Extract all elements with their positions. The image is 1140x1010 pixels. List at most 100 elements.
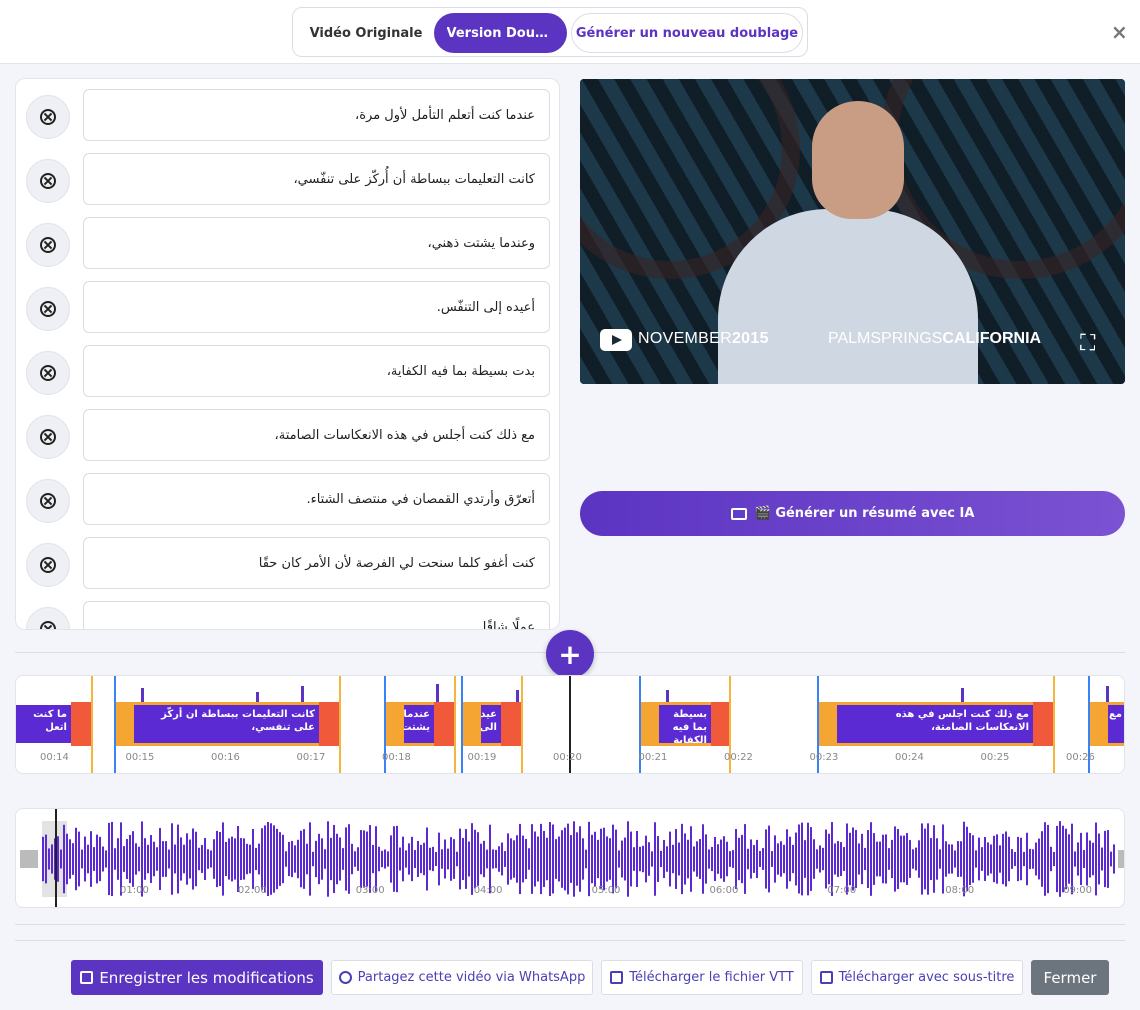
waveform-bar	[339, 837, 341, 881]
waveform-bar	[924, 828, 926, 890]
waveform-bar	[1035, 842, 1037, 876]
waveform-bar	[255, 847, 257, 871]
segment-text-field[interactable]: كنت أغفو كلما سنحت لي الفرصة لأن الأمر ك…	[83, 537, 550, 589]
download-vtt-button[interactable]: Télécharger le fichier VTT	[601, 960, 803, 995]
timeline-tick: 00:22	[724, 752, 753, 763]
waveform-bar	[51, 844, 53, 874]
add-segment-button[interactable]: +	[546, 630, 594, 678]
segment-text-field[interactable]: عندما كنت أتعلم التأمل لأول مرة،	[83, 89, 550, 141]
waveform-tick: 06:00	[709, 885, 739, 896]
timeline-segment[interactable]: كانت التعليمات ببساطة ان أركّز على تنفسي…	[114, 702, 339, 746]
timeline-tick: 00:21	[638, 752, 668, 763]
waveform-bar	[96, 834, 98, 884]
waveform-cursor[interactable]	[55, 809, 57, 907]
waveform-bar	[978, 837, 980, 881]
waveform-bar	[771, 851, 773, 867]
waveform-bar	[663, 839, 665, 879]
tab-generate-new-dub[interactable]: Générer un nouveau doublage	[571, 13, 803, 53]
timeline-segment[interactable]: بسيطة بما فيه الكفاية	[639, 702, 731, 746]
close-icon[interactable]: ×	[1111, 22, 1128, 42]
download-subtitle-button[interactable]: Télécharger avec sous-titre	[811, 960, 1023, 995]
segment-end-handle[interactable]	[711, 702, 731, 746]
close-button[interactable]: Fermer	[1031, 960, 1109, 995]
waveform-bar	[759, 851, 761, 867]
waveform-bar	[210, 850, 212, 868]
waveform-bar	[234, 838, 236, 880]
segment-text-field[interactable]: مع ذلك كنت أجلس في هذه الانعكاسات الصامت…	[83, 409, 550, 461]
segment-text-field[interactable]: كانت التعليمات ببساطة أن أُركّز على تنفّ…	[83, 153, 550, 205]
waveform-bar	[768, 825, 770, 893]
waveform-bar	[669, 831, 671, 887]
segment-end-handle[interactable]	[319, 702, 339, 746]
waveform-bar	[906, 833, 908, 885]
segment-text-field[interactable]: عملًا شاقًا	[83, 601, 550, 629]
timeline-segment[interactable]: ما كنت اتعل	[16, 702, 91, 746]
segment-text-field[interactable]: وعندما يشتت ذهني،	[83, 217, 550, 269]
subtitle-timeline[interactable]: ما كنت اتعل كانت التعليمات ببساطة ان أركّ…	[15, 675, 1125, 774]
waveform-bar	[1053, 851, 1055, 867]
waveform-bar	[123, 846, 125, 872]
segment-boundary[interactable]	[339, 676, 341, 773]
segment-text-field[interactable]: أعيده إلى التنفّس.	[83, 281, 550, 333]
waveform-bar	[171, 823, 173, 895]
waveform-bar	[144, 838, 146, 880]
waveform-bar	[585, 849, 587, 869]
video-player[interactable]: NOVEMBER2015 PALMSPRINGSCALIFORNIA ⛶	[580, 79, 1125, 384]
waveform-bar	[393, 826, 395, 892]
timeline-segment-text: عيده الى	[481, 705, 501, 743]
tab-original-video[interactable]: Vidéo Originale	[301, 13, 431, 53]
delete-segment-button[interactable]	[26, 223, 70, 267]
segment-end-handle[interactable]	[1033, 702, 1053, 746]
timeline-segment[interactable]: عندما يشتت	[384, 702, 454, 746]
segment-end-handle[interactable]	[71, 702, 91, 746]
segment-boundary[interactable]	[461, 676, 463, 773]
save-button[interactable]: Enregistrer les modifications	[71, 960, 323, 995]
timeline-segment[interactable]: مع ذلك كنت اجلس في هذه الانعكاسات الصامت…	[817, 702, 1053, 746]
segment-end-handle[interactable]	[501, 702, 521, 746]
waveform-bar	[642, 845, 644, 873]
waveform-bar	[693, 846, 695, 872]
timeline-segment[interactable]: مع	[1088, 702, 1124, 746]
whatsapp-share-button[interactable]: Partagez cette vidéo via WhatsApp	[331, 960, 593, 995]
delete-segment-button[interactable]	[26, 415, 70, 459]
delete-segment-button[interactable]	[26, 351, 70, 395]
waveform-bar	[327, 821, 329, 897]
segment-text-field[interactable]: بدت بسيطة بما فيه الكفاية،	[83, 345, 550, 397]
segment-row: وعندما يشتت ذهني،	[16, 217, 559, 271]
segment-end-handle[interactable]	[434, 702, 454, 746]
segment-boundary[interactable]	[1053, 676, 1055, 773]
waveform-bar	[813, 839, 815, 879]
generate-summary-button[interactable]: 🎬 Générer un résumé avec IA	[580, 491, 1125, 536]
timeline-segment[interactable]: عيده الى	[461, 702, 521, 746]
timeline-tick: 00:19	[467, 752, 497, 763]
waveform-bar	[411, 836, 413, 882]
waveform-bar	[1059, 821, 1061, 897]
waveform-bar	[714, 836, 716, 882]
waveform-bar	[1065, 828, 1067, 890]
delete-segment-button[interactable]	[26, 479, 70, 523]
delete-segment-button[interactable]	[26, 543, 70, 587]
delete-segment-button[interactable]	[26, 159, 70, 203]
segment-boundary[interactable]	[91, 676, 93, 773]
segment-boundary[interactable]	[114, 676, 116, 773]
fullscreen-icon[interactable]: ⛶	[1080, 333, 1095, 355]
delete-segment-button[interactable]	[26, 287, 70, 331]
timeline-wave-peak	[141, 688, 144, 702]
video-caption-date: NOVEMBER2015	[638, 330, 769, 347]
waveform-bar	[162, 841, 164, 877]
audio-waveform[interactable]: 01:00 02:00 03:00 04:00 05:00 06:00 07:00 08:00…	[15, 808, 1125, 908]
timeline-wave-peak	[516, 690, 519, 702]
segment-text-field[interactable]: أتعرّق وأرتدي القمصان في منتصف الشتاء.	[83, 473, 550, 525]
waveform-bar	[252, 828, 254, 890]
waveform-bar	[1068, 834, 1070, 884]
tab-dubbed-version[interactable]: Version Doublée	[434, 13, 567, 53]
segment-boundary[interactable]	[454, 676, 456, 773]
delete-segment-button[interactable]	[26, 95, 70, 139]
waveform-bar	[201, 845, 203, 873]
segment-boundary[interactable]	[521, 676, 523, 773]
waveform-bar	[792, 844, 794, 874]
file-icon	[610, 971, 624, 984]
delete-segment-button[interactable]	[26, 607, 70, 629]
waveform-bar	[189, 839, 191, 879]
play-icon[interactable]	[600, 329, 632, 351]
